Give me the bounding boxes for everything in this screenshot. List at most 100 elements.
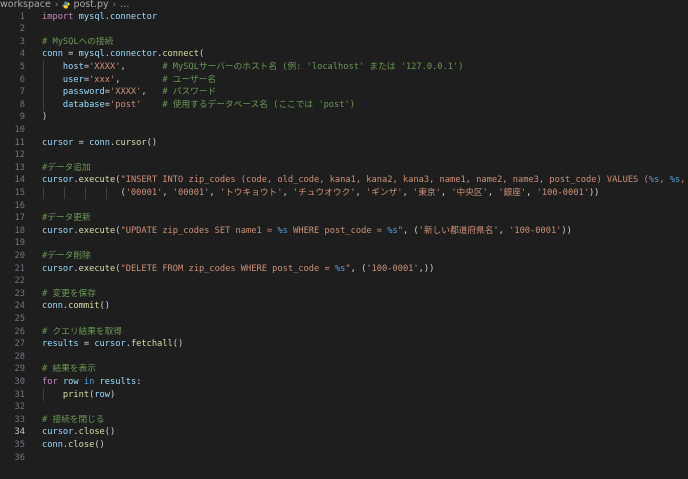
code-line[interactable]: 4 conn = mysql.connector.connect(: [0, 48, 688, 61]
breadcrumb-file[interactable]: post.py: [73, 0, 108, 10]
code-line[interactable]: 1 import mysql.connector: [0, 11, 688, 24]
line-number: 30: [14, 376, 25, 387]
code-token: results: [42, 339, 79, 350]
code-token: # 接続を閉じる: [42, 414, 105, 425]
code-line[interactable]: 31 print(row): [0, 389, 688, 402]
line-number: 4: [19, 49, 25, 60]
code-token: fetchall: [130, 339, 173, 350]
code-line[interactable]: 13 #データ追加: [0, 162, 688, 175]
code-text: # 接続を閉じる: [42, 414, 105, 427]
code-line[interactable]: 21 cursor.execute("DELETE FROM zip_codes …: [0, 263, 688, 276]
code-token: execute: [78, 263, 116, 274]
chevron-right-icon: ›: [112, 0, 117, 10]
code-token: commit: [68, 301, 100, 312]
code-line[interactable]: 32: [0, 401, 688, 414]
code-token: connect: [162, 49, 199, 60]
code-line[interactable]: 20 #データ削除: [0, 250, 688, 263]
code-line[interactable]: 14 cursor.execute("INSERT INTO zip_codes …: [0, 174, 688, 187]
code-token: print: [62, 389, 90, 400]
code-token: "DELETE FROM zip_codes WHERE post_code =: [120, 263, 335, 274]
line-number: 35: [14, 439, 25, 450]
code-line[interactable]: 25: [0, 313, 688, 326]
code-line[interactable]: 34 cursor.close(): [0, 426, 688, 439]
code-token: password: [62, 87, 105, 98]
code-token: ,: [498, 225, 510, 236]
code-token: '00001': [172, 187, 210, 198]
code-editor[interactable]: 1 import mysql.connector 2 3 # MySQLへの接続 4 con…: [0, 10, 688, 479]
breadcrumb: workspace › post.py › ...: [0, 0, 688, 10]
code-token: ,: [680, 175, 686, 186]
code-line[interactable]: 16: [0, 200, 688, 213]
breadcrumb-folder[interactable]: workspace: [0, 0, 51, 10]
code-token: cursor: [42, 137, 74, 148]
code-token: WHERE post_code =: [287, 225, 388, 236]
code-line[interactable]: 35 conn.close(): [0, 439, 688, 452]
code-token: conn: [42, 49, 63, 60]
code-line[interactable]: 10: [0, 124, 688, 137]
line-number: 23: [14, 288, 25, 299]
code-line[interactable]: 29 # 結果を表示: [0, 363, 688, 376]
line-number: 12: [14, 150, 25, 161]
line-number: 8: [19, 99, 25, 110]
code-line[interactable]: 8 database='post' # 使用するデータベース名 (ここでは 'p…: [0, 99, 688, 112]
code-token: cursor: [42, 225, 74, 236]
code-text: cursor.execute("DELETE FROM zip_codes WH…: [42, 263, 434, 276]
code-token: '00001': [125, 187, 163, 198]
code-token: 'xxx': [89, 74, 116, 85]
code-text: cursor.execute("UPDATE zip_codes SET nam…: [42, 225, 572, 238]
code-token: ,: [526, 187, 537, 198]
code-line[interactable]: 6 user='xxx', # ユーザー名: [0, 74, 688, 87]
code-text: #データ削除: [42, 250, 91, 263]
code-line[interactable]: 19: [0, 237, 688, 250]
code-text: # 変更を保存: [42, 288, 96, 301]
line-number: 20: [14, 250, 25, 261]
code-token: cursor: [115, 137, 147, 148]
code-line[interactable]: 11 cursor = conn.cursor(): [0, 137, 688, 150]
code-token: %s: [669, 175, 681, 186]
code-line[interactable]: 28: [0, 351, 688, 364]
code-text: # クエリ結果を取得: [42, 326, 122, 339]
code-token: import: [42, 11, 74, 22]
code-token: cursor: [94, 339, 126, 350]
code-line[interactable]: 12: [0, 149, 688, 162]
code-line[interactable]: 7 password='XXXX', # パスワード: [0, 86, 688, 99]
code-token: in: [83, 376, 95, 387]
breadcrumb-symbols[interactable]: ...: [120, 0, 129, 10]
indent-guide: [85, 186, 86, 200]
code-line[interactable]: 30 for row in results:: [0, 376, 688, 389]
code-line[interactable]: 22: [0, 275, 688, 288]
code-line[interactable]: 23 # 変更を保存: [0, 288, 688, 301]
code-text: conn.close(): [42, 439, 105, 452]
line-number: 9: [19, 112, 25, 123]
code-token: conn: [42, 439, 63, 450]
code-line[interactable]: 3 # MySQLへの接続: [0, 36, 688, 49]
code-token: '東京': [413, 187, 441, 198]
code-token: %s: [648, 175, 660, 186]
code-line[interactable]: 15 ('00001', '00001', 'トウキョウト', 'チュウオウク'…: [0, 187, 688, 200]
code-token: '銀座': [498, 187, 527, 198]
code-token: execute: [78, 225, 116, 236]
python-file-icon: [62, 1, 71, 9]
code-line[interactable]: 24 conn.commit(): [0, 300, 688, 313]
code-line[interactable]: 9): [0, 111, 688, 124]
code-line[interactable]: 18 cursor.execute("UPDATE zip_codes SET n…: [0, 225, 688, 238]
code-token: ,: [355, 187, 366, 198]
code-line[interactable]: 36: [0, 452, 688, 465]
code-line[interactable]: 27 results = cursor.fetchall(): [0, 338, 688, 351]
code-text: import mysql.connector: [42, 11, 157, 24]
code-line[interactable]: 5 host='XXXX', # MySQLサーバーのホスト名 (例: 'loc…: [0, 61, 688, 74]
code-token: ): [42, 112, 48, 123]
code-line[interactable]: 2: [0, 23, 688, 36]
code-token: user: [62, 74, 84, 85]
code-token: # MySQLサーバーのホスト名 (例: 'localhost' または '12…: [162, 61, 464, 72]
code-line[interactable]: 26 # クエリ結果を取得: [0, 326, 688, 339]
code-token: '100-0001': [536, 187, 589, 198]
code-token: ,: [141, 87, 163, 98]
code-text: #データ追加: [42, 162, 91, 175]
code-line[interactable]: 33 # 接続を閉じる: [0, 414, 688, 427]
code-line[interactable]: 17 #データ更新: [0, 212, 688, 225]
code-token: %s: [334, 263, 346, 274]
